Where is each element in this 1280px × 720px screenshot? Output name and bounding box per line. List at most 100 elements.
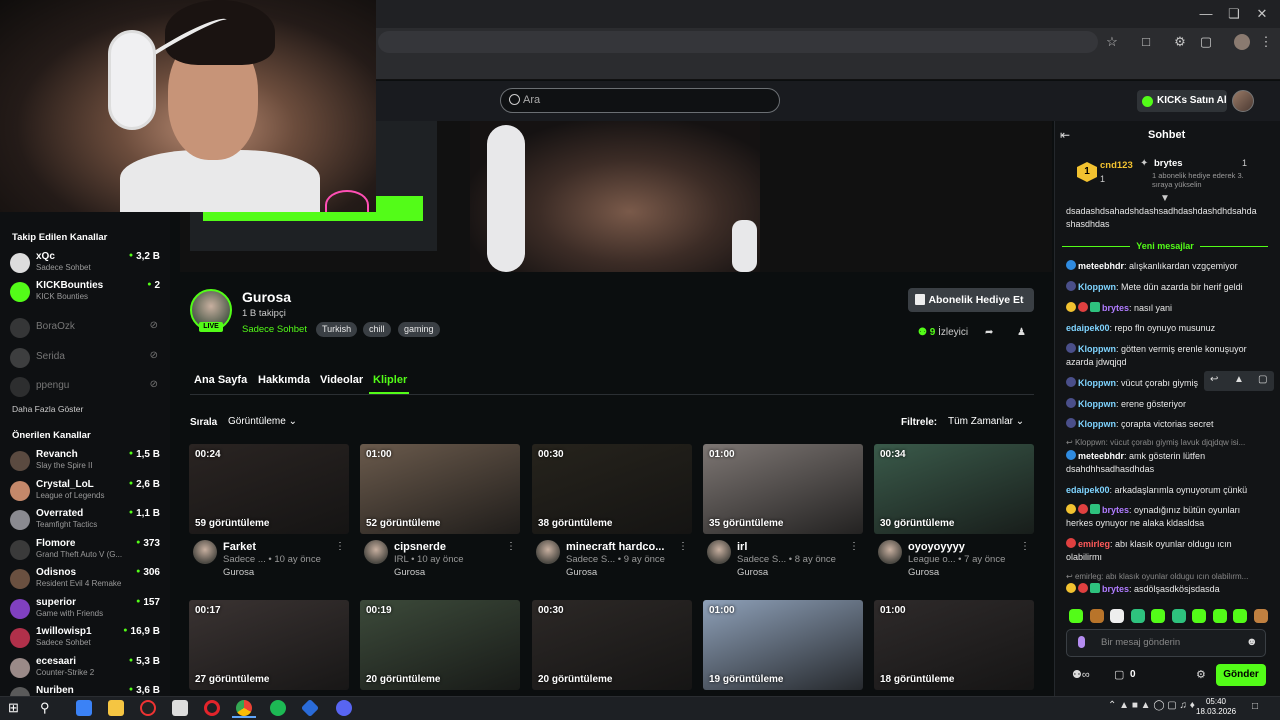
profile-icon[interactable] — [1234, 34, 1250, 50]
emote-icon[interactable] — [1192, 609, 1206, 623]
chat-message[interactable]: edaipek00: arkadaşlarımla oynuyorum çünk… — [1066, 484, 1268, 497]
chat-message[interactable]: edaipek00: repo fln oynuyo musunuz — [1066, 322, 1268, 335]
chat-message[interactable]: brytes: oynadığınız bütün oyunları herke… — [1066, 504, 1268, 530]
chat-username[interactable]: brytes — [1102, 505, 1129, 515]
clip-thumbnail[interactable]: 01:00 35 görüntüleme — [703, 444, 863, 534]
more-options-icon[interactable]: ⋮ — [678, 541, 688, 552]
clip-author[interactable]: Gurosa — [223, 567, 254, 578]
emoji-icon[interactable]: ☻ — [1246, 636, 1258, 648]
more-options-icon[interactable]: ⋮ — [849, 541, 859, 552]
sidebar-channel[interactable]: KICKBountiesKICK Bounties 2 — [10, 280, 160, 308]
chat-message-input[interactable]: Bir mesaj gönderin — [1066, 629, 1266, 657]
chat-username[interactable]: edaipek00 — [1066, 485, 1110, 495]
emote-icon[interactable] — [1069, 609, 1083, 623]
notification-icon[interactable]: □ — [1252, 701, 1258, 712]
top-gifter-name[interactable]: cnd123 — [1100, 160, 1133, 171]
discord-icon[interactable] — [336, 700, 352, 716]
time-filter-dropdown[interactable]: Tüm Zamanlar ⌄ — [941, 411, 1034, 433]
clip-thumbnail[interactable]: 00:17 27 görüntüleme — [189, 600, 349, 690]
clip-author-avatar[interactable] — [536, 540, 560, 564]
emote-icon[interactable] — [1171, 609, 1186, 623]
sidebar-channel[interactable]: Serida ⊘ — [10, 346, 160, 374]
restore-icon[interactable]: ❏ — [1226, 6, 1242, 22]
emote-icon[interactable] — [1089, 609, 1104, 623]
chat-username[interactable]: Kloppwn — [1078, 378, 1116, 388]
chrome-icon[interactable] — [236, 700, 252, 716]
spotify-icon[interactable] — [270, 700, 286, 716]
clip-category[interactable]: Sadece S... — [566, 554, 615, 565]
gift-subscription-button[interactable]: Abonelik Hediye Et — [908, 288, 1034, 312]
chat-username[interactable]: Kloppwn — [1078, 282, 1116, 292]
clip-author-avatar[interactable] — [364, 540, 388, 564]
tab-home[interactable]: Ana Sayfa — [194, 374, 247, 386]
chat-username[interactable]: edaipek00 — [1066, 323, 1110, 333]
microphone-icon[interactable] — [1078, 636, 1085, 648]
taskbar-clock[interactable]: 05:40 18.03.2026 — [1196, 697, 1236, 717]
clip-thumbnail[interactable]: 01:00 19 görüntüleme — [703, 600, 863, 690]
extension-icon[interactable]: ⚙ — [1172, 34, 1188, 50]
chat-message[interactable]: Kloppwn: çorapta victorias secret — [1066, 418, 1268, 431]
chat-message[interactable]: meteebhdr: alışkanlıkardan vzgçemiyor — [1066, 260, 1268, 273]
emote-icon[interactable] — [1151, 609, 1165, 623]
chat-message[interactable]: emirleg: abı klasık oyunlar oldugu ıcın … — [1066, 538, 1268, 564]
menu-icon[interactable]: ⋮ — [1258, 34, 1274, 50]
emote-icon[interactable] — [1130, 609, 1145, 623]
clip-title[interactable]: Farket — [223, 541, 341, 553]
windows-start-icon[interactable]: ⊞ — [8, 700, 24, 716]
tag-turkish[interactable]: Turkish — [316, 322, 358, 337]
clip-category[interactable]: Sadece S... — [737, 554, 786, 565]
clip-title[interactable]: irl — [737, 541, 855, 553]
chat-username[interactable]: Kloppwn — [1078, 419, 1116, 429]
tag-chill[interactable]: chill — [363, 322, 391, 337]
clip-thumbnail[interactable]: 00:30 20 görüntüleme — [532, 600, 692, 690]
extensions-icon[interactable]: □ — [1138, 34, 1154, 50]
show-more-link[interactable]: Daha Fazla Göster — [12, 404, 83, 414]
second-gifter-name[interactable]: brytes — [1154, 158, 1183, 169]
clip-thumbnail[interactable]: 01:00 18 görüntüleme — [874, 600, 1034, 690]
clip-author[interactable]: Gurosa — [394, 567, 425, 578]
send-button[interactable]: Gönder — [1216, 664, 1266, 686]
chat-username[interactable]: brytes — [1102, 584, 1129, 594]
chat-message[interactable]: meteebhdr: amk gösterin lütfen dsahdhhsa… — [1066, 450, 1268, 476]
chat-settings-icon[interactable]: ⚙ — [1196, 668, 1206, 681]
calculator-icon[interactable] — [172, 700, 188, 716]
app-icon[interactable] — [140, 700, 156, 716]
more-options-icon[interactable]: ⋮ — [506, 541, 516, 552]
tab-about[interactable]: Hakkımda — [258, 374, 310, 386]
clip-author[interactable]: Gurosa — [908, 567, 939, 578]
clip-title[interactable]: cipsnerde — [394, 541, 512, 553]
chat-message[interactable]: brytes: nasıl yani — [1066, 302, 1268, 315]
chat-username[interactable]: brytes — [1102, 303, 1129, 313]
sidebar-channel[interactable]: 1willowisp1Sadece Sohbet 16,9 B — [10, 626, 160, 654]
file-explorer-icon[interactable] — [108, 700, 124, 716]
sidebar-channel[interactable]: BoraOzk ⊘ — [10, 316, 160, 344]
clip-thumbnail[interactable]: 01:00 52 görüntüleme — [360, 444, 520, 534]
minimize-icon[interactable]: — — [1198, 6, 1214, 22]
delete-icon[interactable]: ▢ — [1258, 374, 1267, 385]
close-icon[interactable]: ✕ — [1254, 6, 1270, 22]
channel-category[interactable]: Sadece Sohbet — [242, 324, 307, 335]
clip-category[interactable]: IRL — [394, 554, 408, 565]
address-bar[interactable] — [378, 31, 1098, 53]
sidebar-channel[interactable]: ecesaariCounter-Strike 2 5,3 B — [10, 656, 160, 684]
clip-title[interactable]: minecraft hardco... — [566, 541, 684, 553]
bookmark-star-icon[interactable]: ☆ — [1104, 34, 1120, 50]
more-options-icon[interactable]: ⋮ — [335, 541, 345, 552]
clip-author-avatar[interactable] — [193, 540, 217, 564]
clip-thumbnail[interactable]: 00:30 38 görüntüleme — [532, 444, 692, 534]
sidebar-channel[interactable]: FlomoreGrand Theft Auto V (G... 373 — [10, 538, 160, 566]
clip-thumbnail[interactable]: 00:24 59 görüntüleme — [189, 444, 349, 534]
tab-videos[interactable]: Videolar — [320, 374, 363, 386]
clip-author-avatar[interactable] — [878, 540, 902, 564]
emote-icon[interactable] — [1212, 609, 1227, 623]
share-icon[interactable]: ➦ — [985, 327, 993, 338]
chat-username[interactable]: Kloppwn — [1078, 399, 1116, 409]
chat-message[interactable]: brytes: asdölşasdkösjsdasda — [1066, 583, 1268, 596]
emote-icon[interactable] — [1253, 609, 1268, 623]
clip-title[interactable]: oyoyoyyyy — [908, 541, 1026, 553]
clip-thumbnail[interactable]: 00:34 30 görüntüleme — [874, 444, 1034, 534]
chat-username[interactable]: emirleg — [1078, 539, 1110, 549]
sidebar-channel[interactable]: superiorGame with Friends 157 — [10, 597, 160, 625]
emote-icon[interactable] — [1110, 609, 1124, 623]
pin-message-icon[interactable]: ▲ — [1234, 374, 1244, 385]
